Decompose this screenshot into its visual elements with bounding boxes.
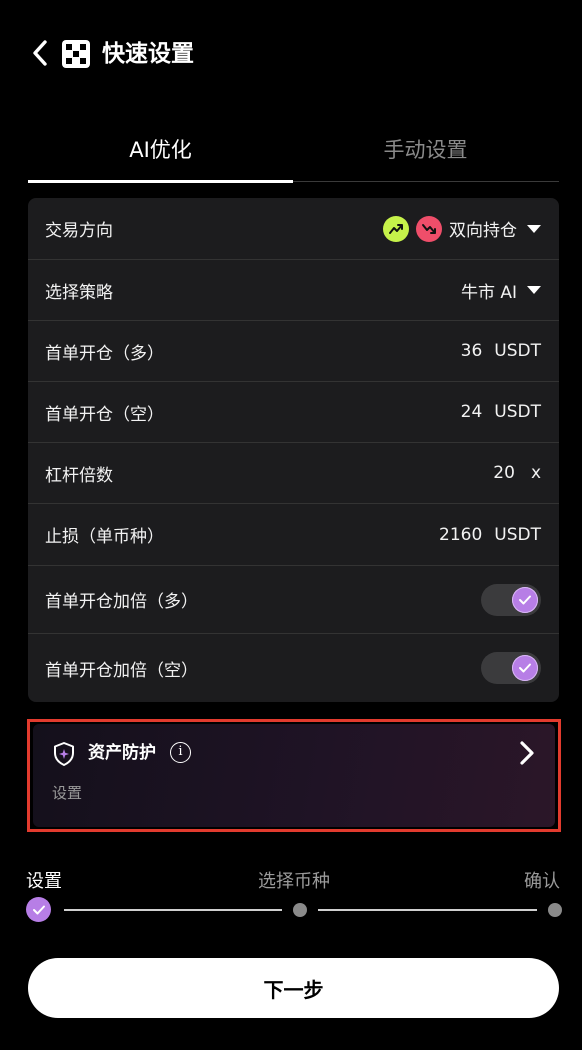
leverage-label: 杠杆倍数 [45, 465, 113, 486]
double-short-label: 首单开仓加倍（空） [45, 660, 198, 681]
tab-ai-optimize[interactable]: AI优化 [28, 128, 293, 182]
check-icon [512, 586, 538, 613]
step-label-settings: 设置 [26, 871, 62, 892]
first-order-long-label: 首单开仓（多） [45, 343, 164, 364]
strategy-value: 牛市 AI [460, 282, 517, 303]
trade-direction-select[interactable]: 双向持仓 [383, 215, 541, 242]
step-dot [548, 903, 562, 917]
first-order-short-amount: 24 [460, 402, 483, 422]
leverage-row: 杠杆倍数 20 x [28, 443, 559, 504]
strategy-select[interactable]: 牛市 AI [461, 278, 541, 303]
stop-loss-amount: 2160 [439, 524, 483, 545]
step-connector [318, 909, 537, 911]
first-order-short-unit: USDT [494, 402, 541, 422]
step-dot [293, 903, 307, 917]
double-long-toggle[interactable] [481, 583, 541, 616]
double-long-label: 首单开仓加倍（多） [45, 592, 198, 612]
step-label-confirm: 确认 [524, 871, 560, 892]
trade-direction-label: 交易方向 [45, 221, 113, 241]
tab-bar: AI优化 手动设置 [28, 128, 559, 183]
double-short-row: 首单开仓加倍（空） [28, 634, 559, 702]
next-step-button[interactable]: 下一步 [28, 958, 559, 1018]
step-connector [64, 909, 282, 911]
app-logo-icon [62, 40, 90, 68]
step-done-check-icon [26, 897, 51, 922]
caret-down-icon [527, 286, 541, 294]
back-button[interactable] [28, 38, 52, 68]
first-order-short-row: 首单开仓（空） 24 USDT [28, 382, 559, 443]
check-icon [512, 655, 538, 681]
double-long-row: 首单开仓加倍（多） [28, 566, 559, 634]
settings-card: 交易方向 双向持仓 选择策略 牛市 AI 首单开仓（多） 36 USDT 首单开… [28, 198, 559, 702]
stop-loss-field[interactable]: 2160 USDT [439, 525, 541, 545]
asset-protection-subtitle: 设置 [52, 784, 83, 802]
first-order-long-row: 首单开仓（多） 36 USDT [28, 321, 559, 382]
stop-loss-label: 止损（单币种） [45, 527, 164, 547]
stop-loss-row: 止损（单币种） 2160 USDT [28, 504, 559, 566]
double-short-toggle[interactable] [481, 652, 541, 684]
header: 快速设置 [0, 0, 582, 110]
trade-direction-value: 双向持仓 [449, 221, 517, 241]
first-order-short-label: 首单开仓（空） [45, 404, 164, 425]
asset-protection-card[interactable]: 资产防护 i 设置 [33, 724, 555, 827]
strategy-row[interactable]: 选择策略 牛市 AI [28, 260, 559, 321]
chevron-right-icon [518, 740, 536, 766]
first-order-long-amount: 36 [460, 341, 483, 361]
active-tab-indicator [28, 180, 293, 183]
stop-loss-unit: USDT [494, 524, 541, 545]
leverage-unit: x [530, 463, 541, 483]
strategy-label: 选择策略 [45, 282, 113, 303]
chevron-left-icon [33, 40, 47, 66]
first-order-long-field[interactable]: 36 USDT [461, 341, 541, 361]
first-order-long-unit: USDT [494, 341, 541, 361]
first-order-short-field[interactable]: 24 USDT [461, 402, 541, 422]
shield-icon [52, 741, 76, 767]
leverage-amount: 20 [493, 463, 515, 483]
leverage-field[interactable]: 20 x [493, 463, 541, 483]
trade-direction-row[interactable]: 交易方向 双向持仓 [28, 198, 559, 260]
trend-down-icon [416, 215, 442, 242]
step-label-select-coin: 选择币种 [258, 871, 330, 892]
caret-down-icon [527, 224, 541, 233]
tab-manual-settings[interactable]: 手动设置 [293, 128, 558, 182]
progress-steps: 设置 选择币种 确认 [26, 868, 563, 928]
info-icon[interactable]: i [170, 742, 191, 763]
asset-protection-title: 资产防护 [88, 743, 156, 763]
page-title: 快速设置 [102, 41, 194, 67]
trend-up-icon [383, 215, 409, 242]
